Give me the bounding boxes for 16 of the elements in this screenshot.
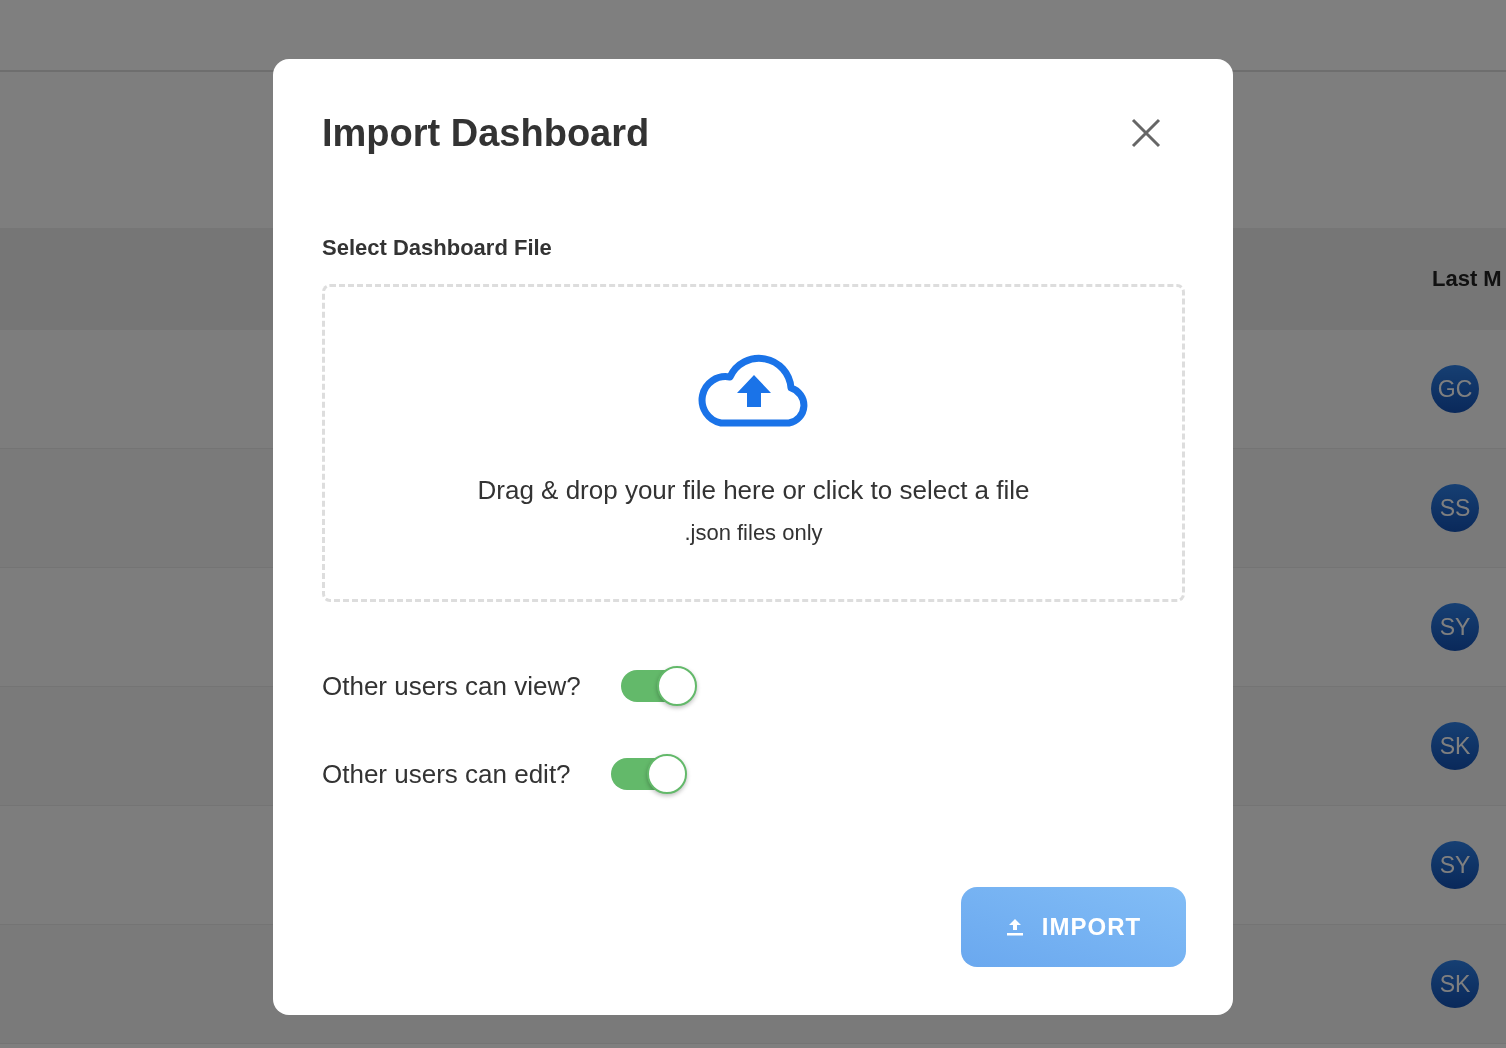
avatar: GC (1431, 365, 1479, 413)
file-dropzone[interactable]: Drag & drop your file here or click to select a file .json files only (322, 284, 1185, 602)
close-icon[interactable] (1131, 118, 1161, 148)
avatar: SK (1431, 722, 1479, 770)
upload-icon (1005, 917, 1024, 937)
dialog-title: Import Dashboard (322, 111, 650, 155)
file-type-hint: .json files only (684, 520, 823, 546)
toggle-label: Other users can view? (322, 670, 581, 702)
avatar: SK (1431, 960, 1479, 1008)
avatar: SY (1431, 603, 1479, 651)
field-label: Select Dashboard File (322, 235, 553, 261)
toggle-label: Other users can edit? (322, 758, 571, 790)
avatar: SS (1431, 484, 1479, 532)
dropzone-instruction: Drag & drop your file here or click to select a file (477, 475, 1030, 506)
avatar: SY (1431, 841, 1479, 889)
column-header: Last M (1432, 266, 1502, 292)
